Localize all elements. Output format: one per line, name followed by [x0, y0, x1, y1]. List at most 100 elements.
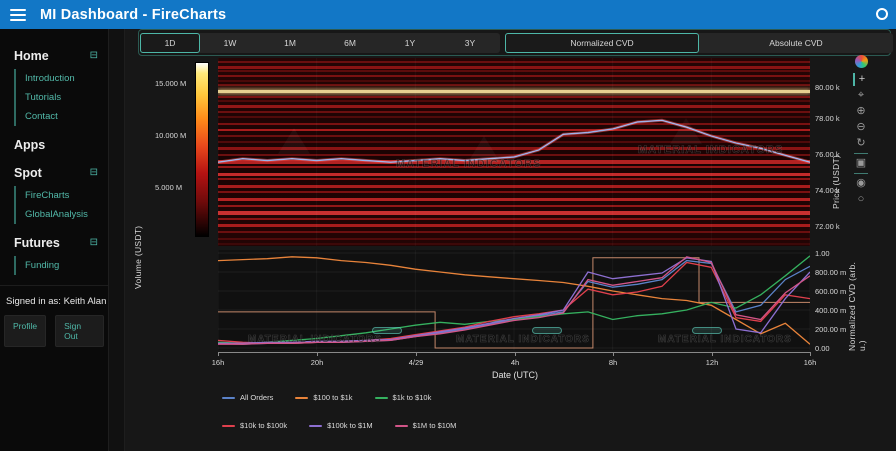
tick-label: 600.00 m: [815, 287, 846, 296]
tick-label: 200.00 m: [815, 325, 846, 334]
legend-item-100-to-1k[interactable]: $100 to $1k: [295, 393, 352, 402]
legend-row-2: $10k to $100k $100k to $1M $1M to $10M: [222, 421, 456, 430]
hover-icon[interactable]: ○: [853, 193, 869, 206]
sidebar-section-apps[interactable]: Apps: [0, 134, 108, 156]
tick-label: 1.00: [815, 249, 830, 258]
legend-item-1m-to-10m[interactable]: $1M to $10M: [395, 421, 457, 430]
legend-row-1: All Orders $100 to $1k $1k to $10k: [222, 393, 431, 402]
main-content: 1D1W1M6M1Y3Y Normalized CVDAbsolute CVD …: [125, 29, 896, 451]
timeframe-button-1m[interactable]: 1M: [260, 33, 320, 53]
sidebar-divider: [108, 29, 125, 451]
sidebar-nav: Home ⊟ IntroductionTutorialsContact Apps Spo…: [0, 45, 108, 275]
legend-item-all-orders[interactable]: All Orders: [222, 393, 273, 402]
legend-item-100k-to-1m[interactable]: $100k to $1M: [309, 421, 372, 430]
watermark-text: MATERIAL INDICATORS: [456, 334, 590, 345]
zoom-icon[interactable]: ⌖: [853, 89, 869, 102]
watermark-triangle: [670, 118, 702, 144]
legend-label: $10k to $100k: [240, 421, 287, 430]
x-tick-label: 8h: [609, 358, 617, 367]
legend-marker: [375, 397, 388, 399]
plotly-logo-icon[interactable]: [855, 55, 868, 68]
save-icon[interactable]: ▣: [853, 157, 869, 170]
watermark-triangle: [278, 128, 310, 154]
tick-label: 80.00 k: [815, 83, 840, 92]
spikelines-icon[interactable]: ◉: [853, 177, 869, 190]
timeframe-button-group: 1D1W1M6M1Y3Y: [140, 33, 500, 53]
x-tick-label: 20h: [311, 358, 324, 367]
sidebar-section-home[interactable]: Home ⊟: [0, 45, 108, 67]
app-root: MI Dashboard - FireCharts Home ⊟ Introduct…: [0, 0, 896, 451]
tick-label: 5.000 M: [155, 183, 182, 192]
collapse-icon[interactable]: ⊟: [90, 238, 98, 248]
tick-label: 0.00: [815, 344, 830, 353]
sidebar: Home ⊟ IntroductionTutorialsContact Apps Spo…: [0, 29, 108, 451]
sign-out-button[interactable]: Sign Out: [55, 315, 104, 347]
cvd-mode-button-group: Normalized CVDAbsolute CVD: [505, 33, 893, 53]
zoom-in-icon[interactable]: ⊕: [853, 105, 869, 118]
reset-axes-icon[interactable]: ↻: [853, 137, 869, 150]
watermark-text: MATERIAL INDICATORS: [658, 334, 792, 345]
x-tick-mark: [712, 352, 713, 356]
x-tick-label: 16h: [804, 358, 817, 367]
sidebar-section-label: Home: [14, 49, 49, 63]
x-axis-title: Date (UTC): [365, 370, 665, 380]
volume-axis-title: Volume (USDT): [133, 179, 143, 289]
sidebar-item-introduction[interactable]: Introduction: [16, 69, 108, 88]
timeframe-button-1d[interactable]: 1D: [140, 33, 200, 53]
x-tick-label: 4/29: [409, 358, 424, 367]
timeframe-button-1y[interactable]: 1Y: [380, 33, 440, 53]
sidebar-item-funding[interactable]: Funding: [16, 256, 108, 275]
timeframe-button-6m[interactable]: 6M: [320, 33, 380, 53]
x-tick-label: 4h: [511, 358, 519, 367]
cvd-mode-button-normalized-cvd[interactable]: Normalized CVD: [505, 33, 699, 53]
x-tick-label: 12h: [706, 358, 719, 367]
legend-label: $1M to $10M: [413, 421, 457, 430]
timeframe-button-3y[interactable]: 3Y: [440, 33, 500, 53]
sidebar-section-label: Spot: [14, 166, 42, 180]
x-tick-mark: [317, 352, 318, 356]
x-tick-mark: [810, 352, 811, 356]
collapse-icon[interactable]: ⊟: [90, 168, 98, 178]
top-app-bar: MI Dashboard - FireCharts: [0, 0, 896, 29]
legend-marker: [295, 397, 308, 399]
legend-marker: [222, 397, 235, 399]
watermark-pill: [692, 327, 722, 334]
cvd-axis-title: Normalized CVD (arb. u.): [847, 251, 867, 351]
status-circle-icon[interactable]: [876, 8, 888, 20]
chart-modebar: + ⌖ ⊕ ⊖ ↻ ▣ ◉ ○: [851, 55, 871, 206]
liquidity-heatmap-chart[interactable]: MATERIAL INDICATORS MATERIAL INDICATORS: [218, 58, 810, 246]
sidebar-footer: Signed in as: Keith Alan Profile Sign Ou…: [0, 285, 108, 347]
watermark-text: MATERIAL INDICATORS: [396, 158, 541, 170]
zoom-out-icon[interactable]: ⊖: [853, 121, 869, 134]
legend-marker: [222, 425, 235, 427]
legend-label: All Orders: [240, 393, 273, 402]
price-axis-title: Price (USDT): [831, 99, 841, 209]
legend-label: $100 to $1k: [313, 393, 352, 402]
collapse-icon[interactable]: ⊟: [90, 51, 98, 61]
normalized-cvd-chart[interactable]: MATERIAL INDICATORS MATERIAL INDICATORS MA…: [218, 250, 810, 350]
sidebar-section-spot[interactable]: Spot ⊟: [0, 162, 108, 184]
modebar-separator: [854, 153, 868, 154]
watermark-text: MATERIAL INDICATORS: [248, 334, 382, 345]
sidebar-section-label: Apps: [14, 138, 45, 152]
watermark-pill: [532, 327, 562, 334]
sidebar-item-globalanalysis[interactable]: GlobalAnalysis: [16, 205, 108, 224]
x-tick-label: 16h: [212, 358, 225, 367]
hamburger-menu-icon[interactable]: [10, 9, 26, 21]
timeframe-button-1w[interactable]: 1W: [200, 33, 260, 53]
legend-marker: [309, 425, 322, 427]
cvd-mode-button-absolute-cvd[interactable]: Absolute CVD: [699, 33, 893, 53]
sidebar-item-tutorials[interactable]: Tutorials: [16, 88, 108, 107]
profile-button[interactable]: Profile: [4, 315, 46, 347]
watermark-pill: [372, 327, 402, 334]
legend-item-10k-to-100k[interactable]: $10k to $100k: [222, 421, 287, 430]
sidebar-section-futures[interactable]: Futures⊟: [0, 232, 108, 254]
tick-label: 800.00 m: [815, 268, 846, 277]
sidebar-item-contact[interactable]: Contact: [16, 107, 108, 126]
x-tick-mark: [515, 352, 516, 356]
watermark-text: MATERIAL INDICATORS: [638, 144, 783, 156]
sidebar-item-firecharts[interactable]: FireCharts: [16, 186, 108, 205]
x-tick-mark: [613, 352, 614, 356]
pan-icon[interactable]: +: [853, 73, 869, 86]
legend-item-1k-to-10k[interactable]: $1k to $10k: [375, 393, 432, 402]
